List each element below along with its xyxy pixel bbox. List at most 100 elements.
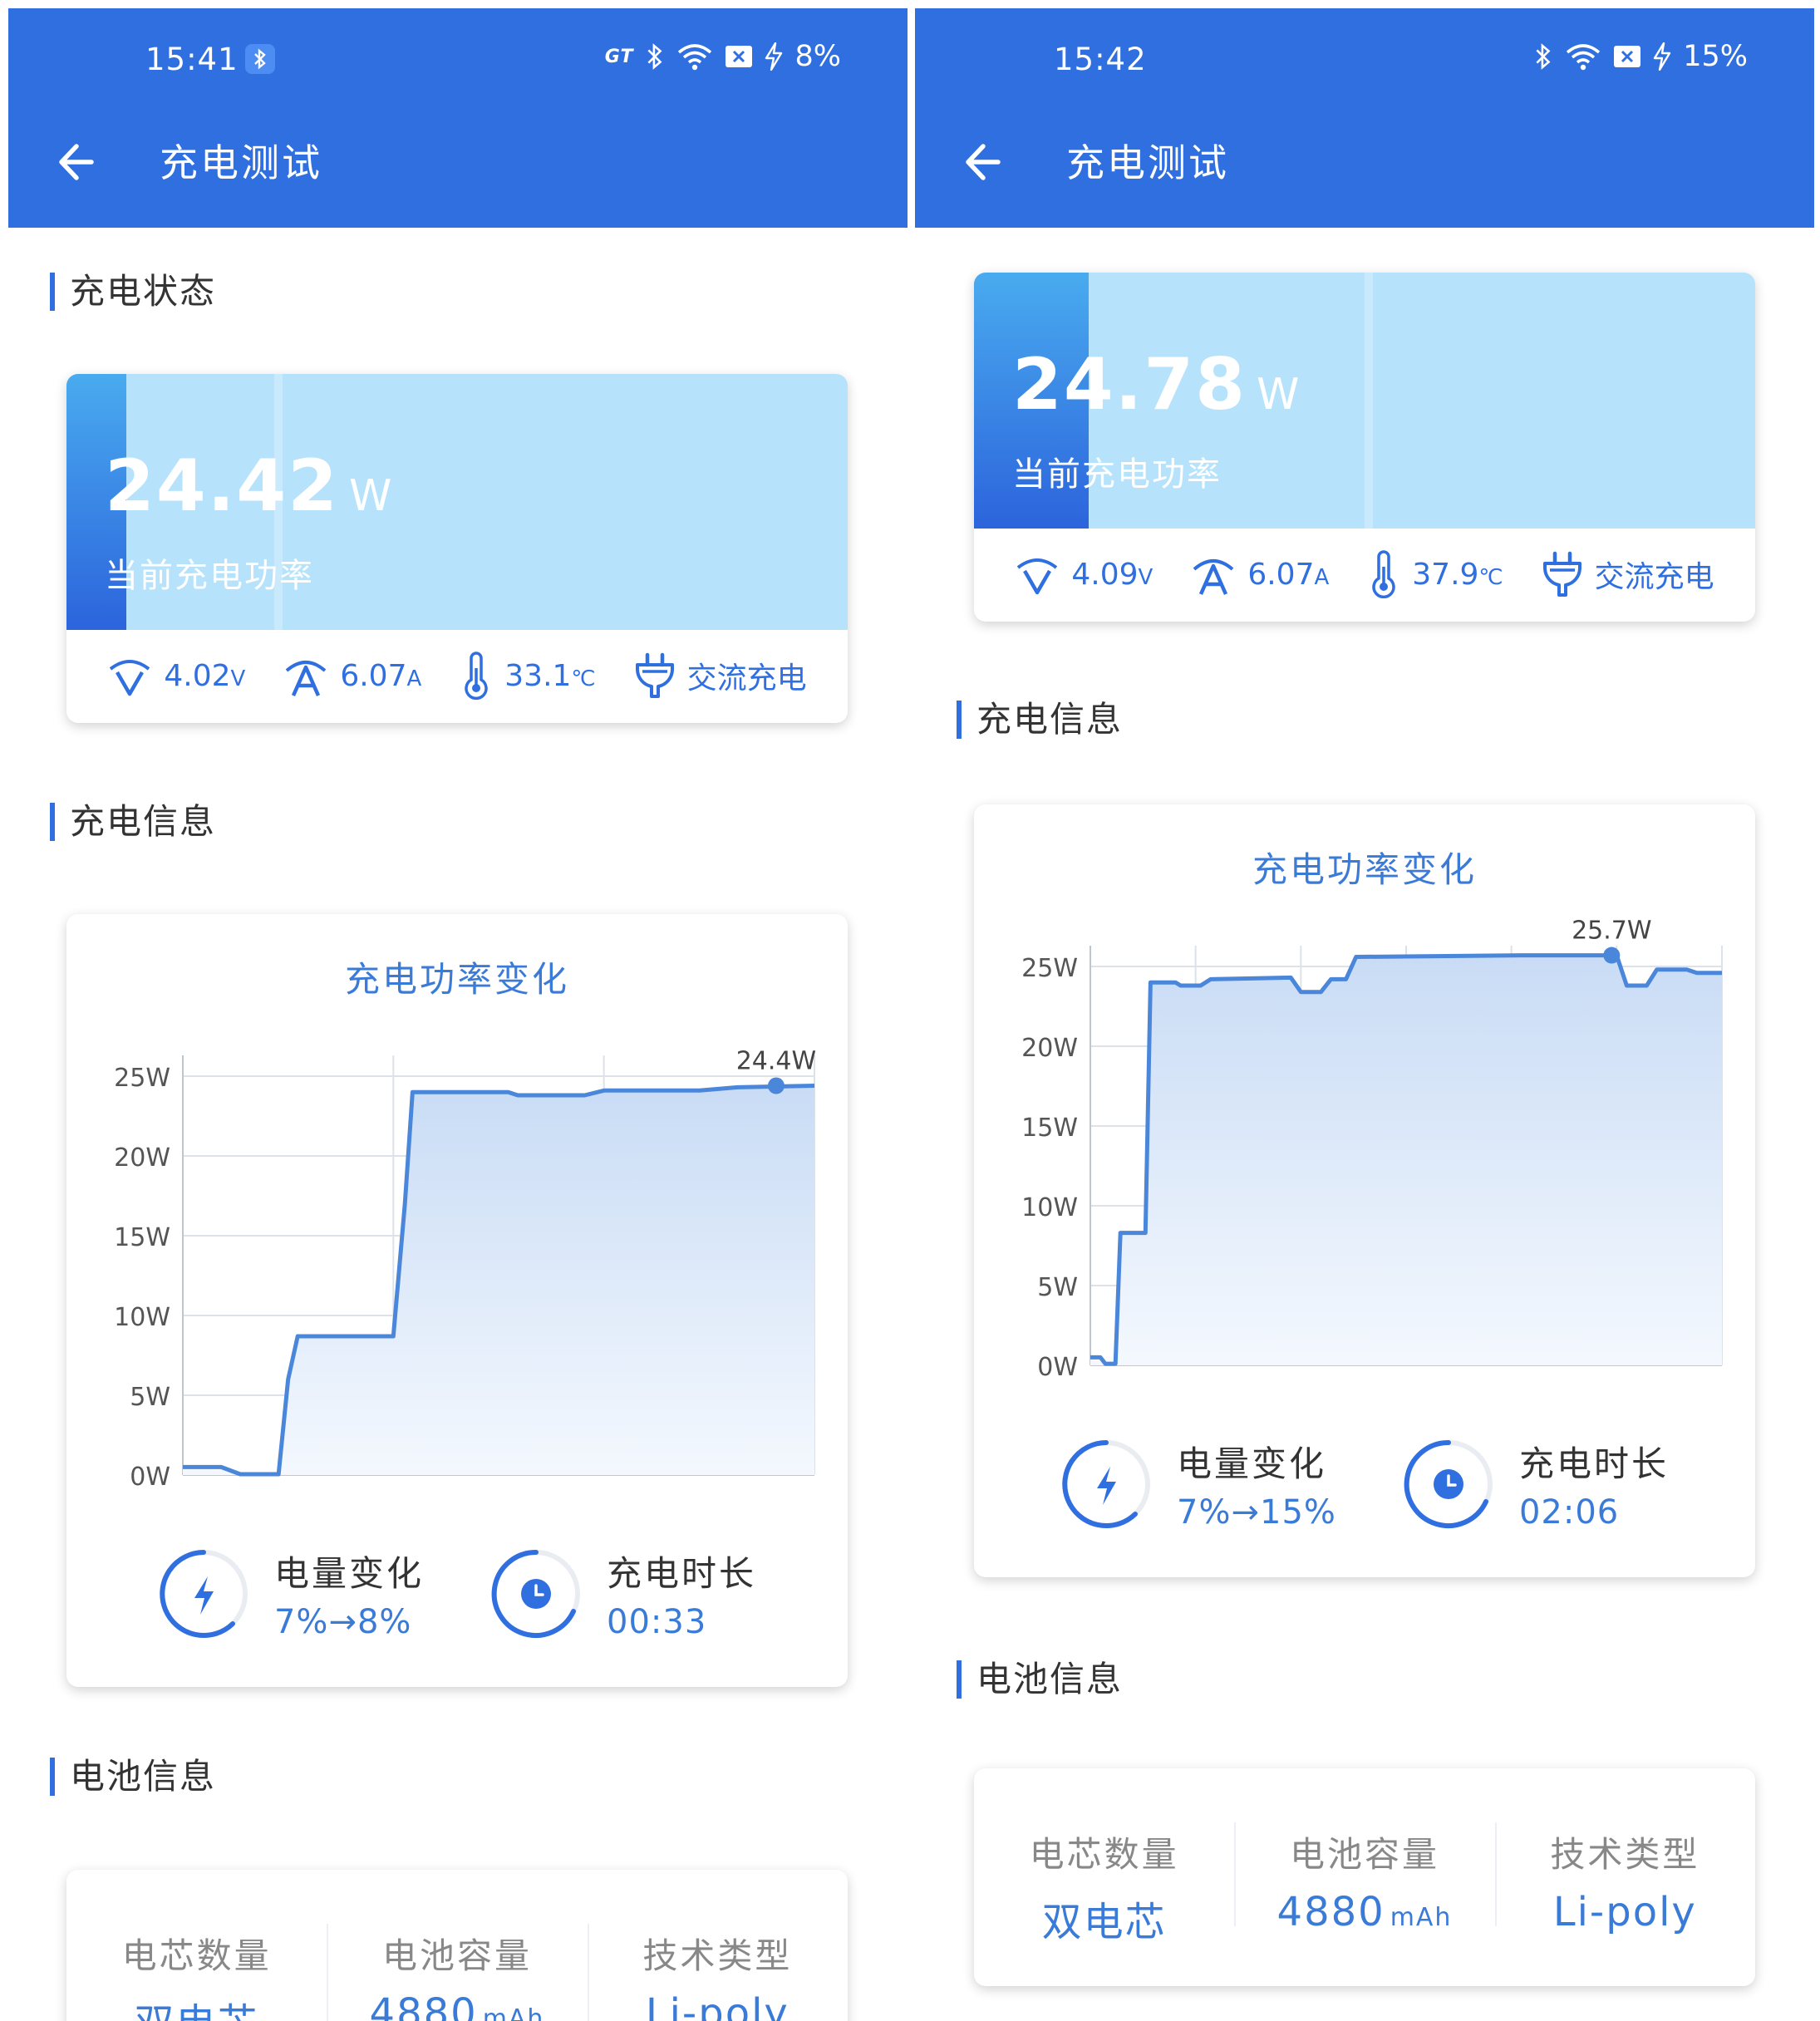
lightning-icon (1062, 1439, 1151, 1528)
current-power-value: 24.78 W (1012, 343, 1301, 426)
series-area (183, 1085, 814, 1475)
battery-capacity: 电池容量 4880 mAh (1234, 1768, 1494, 1986)
screen-right: 15:42 15% 充电测试 24.78 W 当前充电功率 4.09V 6.07A (915, 8, 1814, 2021)
current-power-label: 当前充电功率 (105, 557, 314, 595)
page-title: 充电测试 (1066, 140, 1229, 185)
battery-card: 电芯数量 双电芯 电池容量 4880mAh 技术类型 Li-poly (66, 1870, 848, 2021)
charge-type-metric: 交流充电 (1542, 550, 1714, 598)
voltage-icon (110, 660, 150, 696)
series-area (1090, 955, 1722, 1365)
battery-change-stat: 电量变化 7%→15% (1060, 1436, 1336, 1532)
max-point-marker (767, 1077, 785, 1094)
sim-off-icon (1614, 46, 1641, 67)
carrier-logo: GT (604, 46, 634, 67)
status-icons: 15% (1533, 40, 1748, 73)
charging-bolt-icon (765, 42, 783, 71)
battery-change-stat: 电量变化 7%→8% (158, 1546, 424, 1641)
app-bar: 15:41 GT 8% 充电测试 (8, 8, 908, 228)
y-tick-label: 15W (114, 1223, 170, 1252)
stats-row: 电量变化 7%→8% 充电时长 00:33 (66, 1546, 848, 1641)
thermometer-icon (1372, 550, 1395, 598)
x-tick-label: 02:00 (1686, 1383, 1755, 1386)
charge-type-metric: 交流充电 (634, 652, 807, 700)
metrics-row: 4.02V 6.07A 33.1℃ 交流充电 (66, 630, 848, 721)
y-tick-label: 25W (114, 1064, 170, 1093)
current-metric: 6.07A (283, 654, 421, 697)
status-icons: GT 8% (605, 40, 841, 73)
x-tick-label: 00:20 (568, 1492, 639, 1496)
wifi-icon (678, 44, 712, 71)
x-tick-label: 00:40 (1265, 1383, 1336, 1386)
x-tick-label: 01:00 (1370, 1383, 1442, 1386)
sim-off-icon (726, 46, 753, 67)
y-tick-label: 20W (114, 1143, 170, 1173)
page-title: 充电测试 (160, 140, 322, 185)
battery-capacity: 电池容量 4880 mAh (327, 1870, 587, 2021)
x-tick-label: 00:20 (1159, 1383, 1231, 1386)
x-tick-label: 00:00 (147, 1492, 219, 1496)
plug-icon (635, 652, 674, 698)
bluetooth-icon (647, 43, 662, 70)
max-point-marker (1603, 947, 1621, 964)
status-time: 15:41 (145, 42, 239, 77)
power-chart: 0W 5W 10W 15W 20W 25W 00:00 00:10 00:20 00:30 24.4… (114, 1047, 848, 1496)
power-hero: 24.78 W 当前充电功率 (974, 273, 1755, 529)
stats-row: 电量变化 7%→15% 充电时长 02:06 (974, 1436, 1755, 1532)
cell-count: 电芯数量 双电芯 (121, 1935, 272, 2021)
battery-card: 电芯数量 双电芯 电池容量 4880mAh 技术类型 Li-poly (974, 1768, 1755, 1986)
y-tick-label: 20W (1021, 1034, 1078, 1063)
y-tick-label: 0W (130, 1463, 170, 1492)
bluetooth-icon (1536, 43, 1551, 70)
thermometer-icon (465, 652, 488, 700)
clock-icon (491, 1549, 580, 1638)
power-hero: 24.42 W 当前充电功率 (66, 374, 848, 630)
power-chart: 0W 5W 10W 15W 20W 25W 00:00 00:20 00:40 01:00 01:2… (1021, 917, 1755, 1386)
voltage-metric: 4.09V (1015, 553, 1153, 596)
chart-card: 充电功率变化 0W5W10W15W20W25W00:0000:1000:2000… (66, 914, 848, 1687)
y-tick-label: 5W (1037, 1273, 1078, 1302)
x-tick-label: 01:20 (1475, 1383, 1547, 1386)
current-icon (286, 661, 327, 696)
y-tick-label: 25W (1021, 954, 1078, 983)
section-title-battery: 电池信息 (50, 1758, 216, 1796)
screen-left: 15:41 GT 8% 充电测试 充电状态 24.42 W 当前充电功率 4.02… (8, 8, 908, 2021)
x-tick-label: 01:40 (1581, 1383, 1652, 1386)
battery-percent: 15% (1683, 40, 1748, 73)
power-card: 24.78 W 当前充电功率 4.09V 6.07A 37.9℃ 交流充电 (974, 273, 1755, 622)
max-point-label: 25.7W (1572, 917, 1651, 946)
current-power-value: 24.42 W (105, 445, 394, 528)
section-title-info: 充电信息 (957, 701, 1123, 739)
temperature-metric: 33.1℃ (460, 652, 596, 700)
current-power-label: 当前充电功率 (1012, 455, 1222, 494)
wifi-icon (1567, 44, 1601, 71)
current-icon (1193, 559, 1234, 595)
max-point-label: 24.4W (736, 1047, 816, 1076)
charge-duration-stat: 充电时长 00:33 (490, 1546, 756, 1641)
chart-card: 充电功率变化 0W5W10W15W20W25W00:0000:2000:4001… (974, 804, 1755, 1577)
temperature-metric: 37.9℃ (1367, 550, 1503, 598)
power-card: 24.42 W 当前充电功率 4.02V 6.07A 33.1℃ 交流充电 (66, 374, 848, 723)
bluetooth-badge-icon (245, 44, 275, 74)
section-title-status: 充电状态 (50, 273, 216, 311)
cell-count: 电芯数量 双电芯 (1029, 1834, 1179, 1945)
battery-technology: 技术类型 Li-poly (1494, 1768, 1755, 1986)
voltage-icon (1017, 558, 1058, 595)
status-time: 15:42 (1054, 42, 1147, 77)
back-arrow-icon[interactable] (50, 133, 108, 191)
section-title-info: 充电信息 (50, 803, 216, 841)
y-tick-label: 15W (1021, 1114, 1078, 1143)
y-tick-label: 10W (114, 1303, 170, 1332)
y-tick-label: 10W (1021, 1193, 1078, 1222)
y-tick-label: 5W (130, 1383, 170, 1412)
battery-percent: 8% (794, 40, 841, 73)
x-tick-label: 00:10 (357, 1492, 429, 1496)
x-tick-label: 00:30 (779, 1492, 848, 1496)
charging-bolt-icon (1654, 42, 1671, 71)
back-arrow-icon[interactable] (957, 133, 1015, 191)
voltage-metric: 4.02V (107, 654, 245, 697)
battery-technology: 技术类型 Li-poly (587, 1870, 848, 2021)
clock-icon (1404, 1439, 1493, 1528)
x-tick-label: 00:00 (1055, 1383, 1126, 1386)
plug-icon (1542, 551, 1581, 597)
app-bar: 15:42 15% 充电测试 (915, 8, 1814, 228)
